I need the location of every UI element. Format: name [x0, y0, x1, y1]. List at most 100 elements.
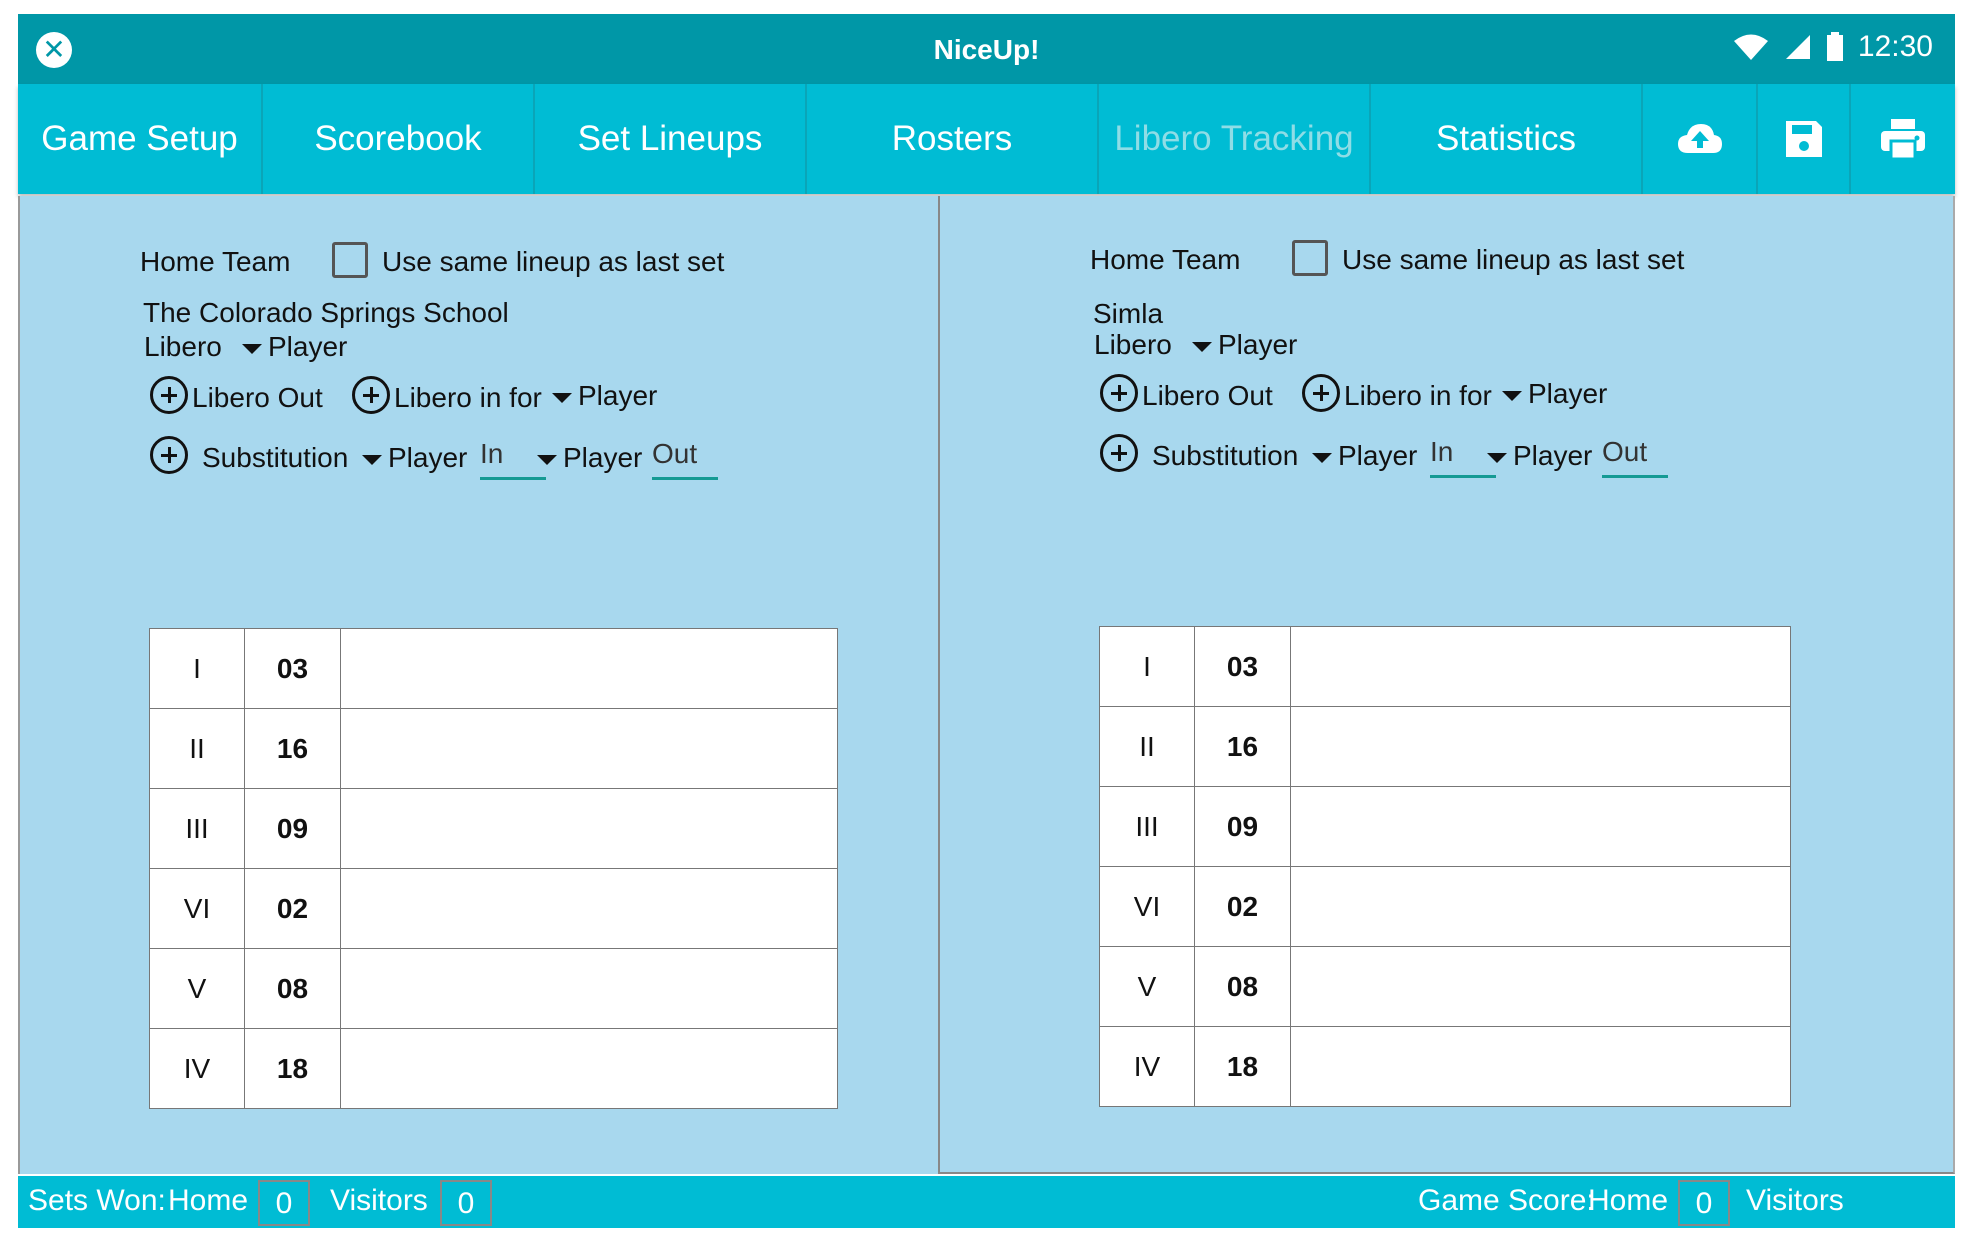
- libero-out-add-icon[interactable]: [150, 376, 188, 414]
- player-name: [1290, 786, 1791, 867]
- player-name: [340, 1028, 838, 1109]
- rotation-position: II: [1099, 706, 1195, 787]
- score-home-value: 0: [1678, 1180, 1730, 1226]
- opponent-lineup-panel: Home Team Use same lineup as last set Si…: [938, 196, 1955, 1174]
- lineup-panels: Home Team Use same lineup as last set Th…: [18, 196, 1955, 1174]
- player-name: [1290, 626, 1791, 707]
- app-title: NiceUp!: [933, 34, 1040, 65]
- dropdown-arrow-icon: [1502, 390, 1522, 401]
- print-icon: [1881, 119, 1925, 161]
- player-name: [340, 788, 838, 869]
- tab-set-lineups[interactable]: Set Lineups: [535, 84, 807, 194]
- save-button[interactable]: [1758, 84, 1851, 194]
- sub-out-field[interactable]: Out: [1602, 436, 1668, 478]
- player-number: 03: [1194, 626, 1291, 707]
- school-name: The Colorado Springs School: [143, 297, 509, 328]
- table-row[interactable]: IV 18: [1099, 1026, 1791, 1107]
- same-lineup-label: Use same lineup as last set: [382, 246, 725, 277]
- table-row[interactable]: V 08: [149, 948, 838, 1029]
- sets-home-label: Home: [168, 1184, 249, 1217]
- dropdown-value: Player: [1528, 378, 1608, 409]
- player-number: 03: [244, 628, 341, 709]
- school-name: Simla: [1093, 298, 1164, 329]
- rotation-position: V: [149, 948, 245, 1029]
- libero-label: Libero: [1094, 329, 1172, 360]
- libero-in-player-dropdown[interactable]: Player: [552, 380, 657, 412]
- player-name: [1290, 946, 1791, 1027]
- upload-button[interactable]: [1643, 84, 1758, 194]
- table-row[interactable]: I 03: [149, 628, 838, 709]
- dropdown-value: Player: [1338, 440, 1418, 471]
- libero-label: Libero: [144, 331, 222, 362]
- libero-in-add-icon[interactable]: [1302, 374, 1340, 412]
- sub-out-player-dropdown[interactable]: Player: [1487, 440, 1592, 472]
- table-row[interactable]: III 09: [149, 788, 838, 869]
- rotation-position: I: [1099, 626, 1195, 707]
- dropdown-value: Player: [388, 442, 468, 473]
- player-name: [1290, 866, 1791, 947]
- status-bar: ✕ NiceUp! 12:30: [18, 14, 1955, 84]
- sub-out-player-dropdown[interactable]: Player: [537, 442, 642, 474]
- substitution-add-icon[interactable]: [1100, 434, 1138, 472]
- table-row[interactable]: II 16: [149, 708, 838, 789]
- player-number: 02: [1194, 866, 1291, 947]
- player-name: [1290, 1026, 1791, 1107]
- dropdown-arrow-icon: [1312, 452, 1332, 463]
- battery-icon: [1826, 32, 1843, 61]
- team-label: Home Team: [1090, 244, 1241, 275]
- sub-in-player-dropdown[interactable]: Player: [1312, 440, 1417, 472]
- player-name: [340, 628, 838, 709]
- same-lineup-label: Use same lineup as last set: [1342, 244, 1685, 275]
- print-button[interactable]: [1851, 84, 1955, 194]
- table-row[interactable]: II 16: [1099, 706, 1791, 787]
- game-score-label: Game Score:: [1418, 1184, 1595, 1217]
- substitution-add-icon[interactable]: [150, 436, 188, 474]
- main-tab-bar: Game Setup Scorebook Set Lineups Rosters…: [18, 84, 1955, 194]
- tab-libero-tracking[interactable]: Libero Tracking: [1099, 84, 1371, 194]
- same-lineup-checkbox[interactable]: [1292, 240, 1328, 276]
- table-row[interactable]: IV 18: [149, 1028, 838, 1109]
- table-row[interactable]: I 03: [1099, 626, 1791, 707]
- table-row[interactable]: VI 02: [149, 868, 838, 949]
- rotation-position: II: [149, 708, 245, 789]
- dropdown-arrow-icon: [1192, 341, 1212, 352]
- tab-statistics[interactable]: Statistics: [1371, 84, 1643, 194]
- table-row[interactable]: VI 02: [1099, 866, 1791, 947]
- tab-scorebook[interactable]: Scorebook: [263, 84, 535, 194]
- dropdown-arrow-icon: [242, 343, 262, 354]
- dropdown-value: Player: [1513, 440, 1593, 471]
- tab-rosters[interactable]: Rosters: [807, 84, 1099, 194]
- libero-out-add-icon[interactable]: [1100, 374, 1138, 412]
- home-lineup-panel: Home Team Use same lineup as last set Th…: [18, 196, 938, 1174]
- table-row[interactable]: V 08: [1099, 946, 1791, 1027]
- wifi-icon: [1733, 34, 1768, 60]
- player-name: [340, 708, 838, 789]
- player-name: [340, 868, 838, 949]
- libero-in-add-icon[interactable]: [352, 376, 390, 414]
- sets-visitors-value: 0: [440, 1180, 492, 1226]
- rotation-position: I: [149, 628, 245, 709]
- sub-in-player-dropdown[interactable]: Player: [362, 442, 467, 474]
- rotation-position: VI: [1099, 866, 1195, 947]
- same-lineup-checkbox[interactable]: [332, 242, 368, 278]
- sets-home-value: 0: [258, 1180, 310, 1226]
- sub-out-field[interactable]: Out: [652, 438, 718, 480]
- clock: 12:30: [1857, 30, 1933, 63]
- libero-in-player-dropdown[interactable]: Player: [1502, 378, 1607, 410]
- tab-game-setup[interactable]: Game Setup: [18, 84, 263, 194]
- substitution-label: Substitution: [202, 442, 349, 473]
- libero-player-dropdown[interactable]: Player: [242, 331, 347, 363]
- libero-player-dropdown[interactable]: Player: [1192, 329, 1297, 361]
- dropdown-value: Player: [578, 380, 658, 411]
- table-row[interactable]: III 09: [1099, 786, 1791, 867]
- score-visitors-label: Visitors: [1746, 1184, 1844, 1217]
- sets-visitors-label: Visitors: [330, 1184, 428, 1217]
- libero-out-label: Libero Out: [192, 382, 323, 413]
- dropdown-value: Player: [1218, 329, 1298, 360]
- dropdown-arrow-icon: [552, 392, 572, 403]
- rotation-position: III: [149, 788, 245, 869]
- player-name: [1290, 706, 1791, 787]
- cloud-upload-icon: [1677, 124, 1722, 153]
- player-number: 09: [1194, 786, 1291, 867]
- player-number: 18: [244, 1028, 341, 1109]
